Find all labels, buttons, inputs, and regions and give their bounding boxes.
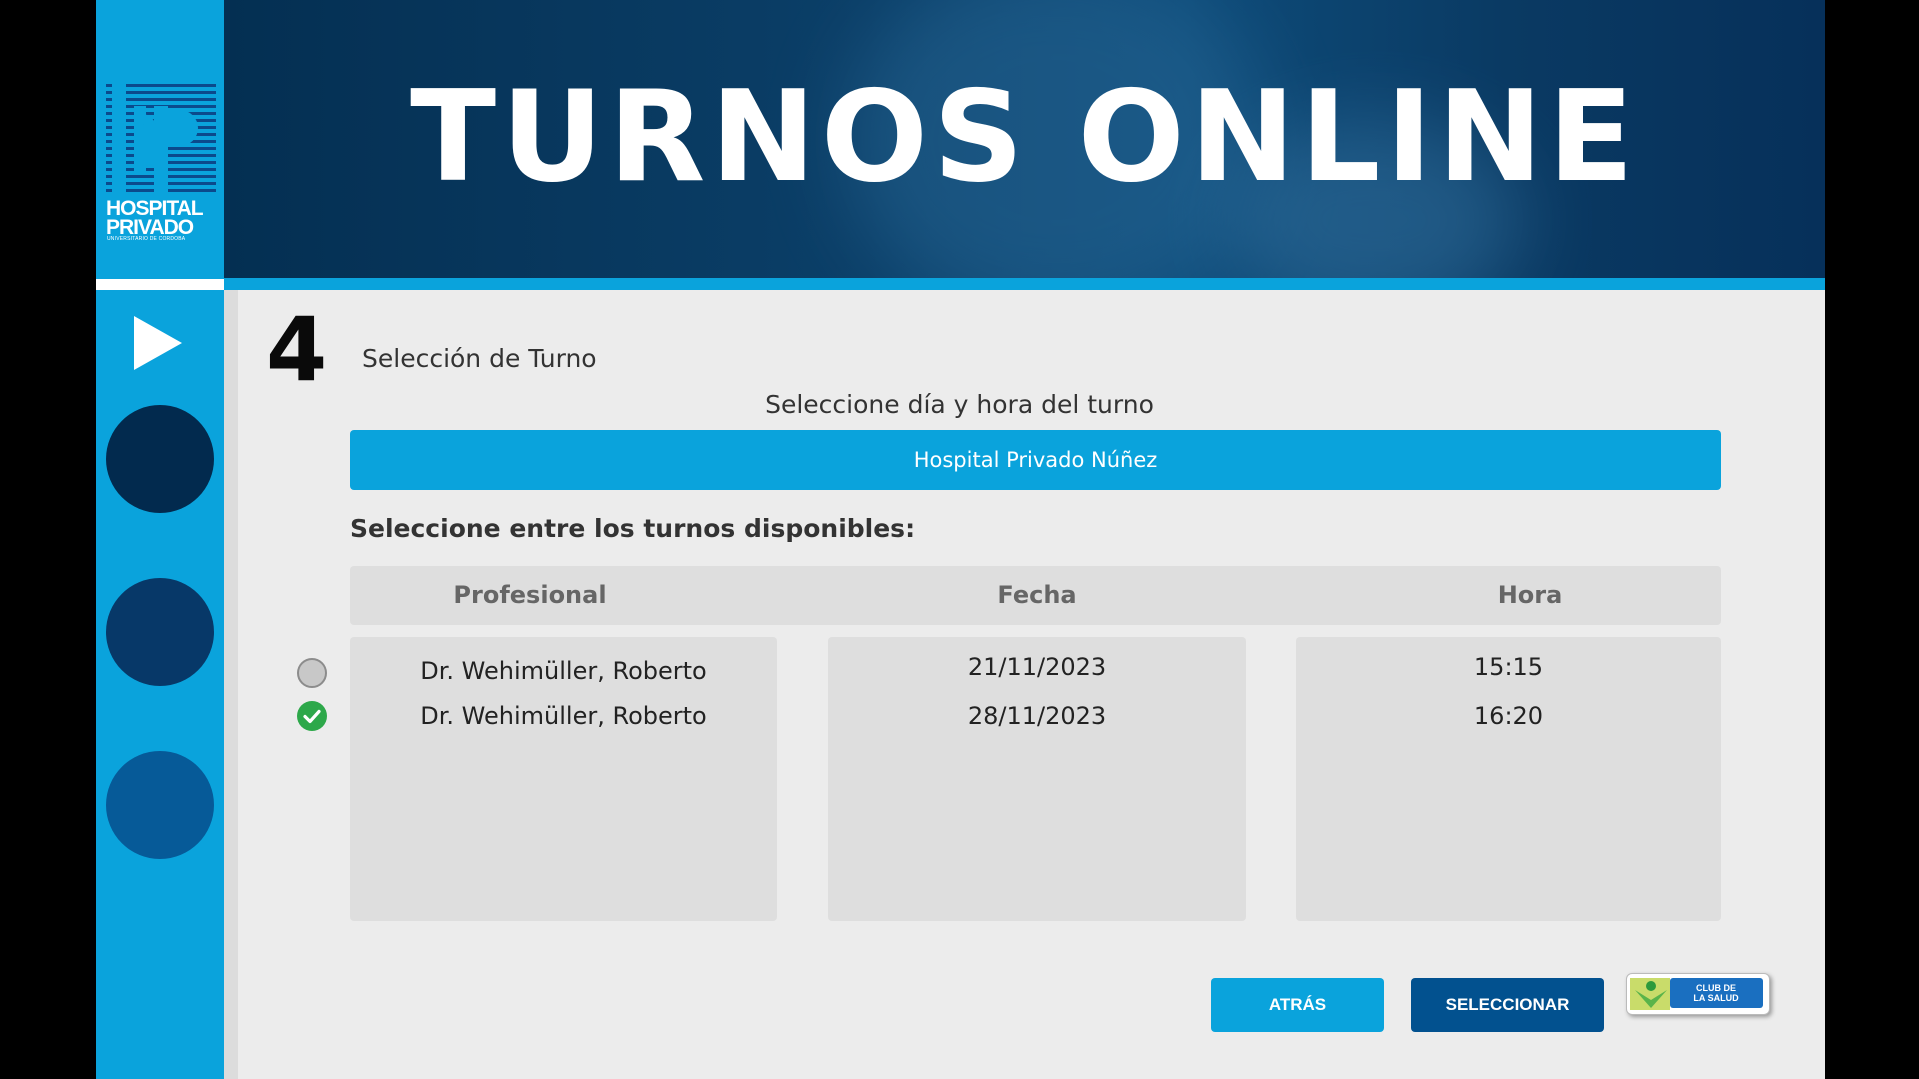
logo-name-line3: UNIVERSITARIO DE CORDOBA — [107, 236, 186, 242]
table-cell-profesional[interactable]: Dr. Wehimüller, Roberto — [350, 702, 777, 730]
step-indicator-3 — [106, 751, 214, 859]
table-header: Profesional Fecha Hora — [350, 566, 1721, 625]
logo-separator — [96, 279, 224, 290]
table-cell-fecha[interactable]: 28/11/2023 — [828, 702, 1246, 730]
column-header-hora: Hora — [1497, 581, 1563, 609]
hospital-logo: HOSPITAL PRIVADO UNIVERSITARIO DE CORDOB… — [96, 0, 224, 278]
play-icon — [134, 316, 182, 370]
table-cell-hora[interactable]: 15:15 — [1296, 653, 1721, 681]
column-header-fecha: Fecha — [997, 581, 1077, 609]
turn-radio-2[interactable] — [297, 701, 327, 731]
turn-radio-1[interactable] — [297, 658, 327, 688]
table-cell-fecha[interactable]: 21/11/2023 — [828, 653, 1246, 681]
table-cell-profesional[interactable]: Dr. Wehimüller, Roberto — [350, 657, 777, 685]
club-logo-line2: LA SALUD — [1693, 993, 1739, 1003]
checkmark-icon — [303, 709, 321, 724]
club-de-la-salud-logo-mark: CLUB DE LA SALUD — [1630, 978, 1763, 1010]
select-button[interactable]: SELECCIONAR — [1411, 978, 1604, 1032]
step-number: 4 — [266, 298, 328, 401]
step-indicator-1 — [106, 405, 214, 513]
header-banner: TURNOS ONLINE — [224, 0, 1825, 278]
table-cell-hora[interactable]: 16:20 — [1296, 702, 1721, 730]
club-logo-line1: CLUB DE — [1696, 983, 1736, 993]
club-de-la-salud-logo: CLUB DE LA SALUD — [1626, 973, 1770, 1015]
back-button[interactable]: ATRÁS — [1211, 978, 1384, 1032]
step-title: Selección de Turno — [362, 344, 597, 373]
hospital-selector[interactable]: Hospital Privado Núñez — [350, 430, 1721, 490]
header-accent-bar — [224, 278, 1825, 290]
sidebar: HOSPITAL PRIVADO UNIVERSITARIO DE CORDOB… — [96, 0, 224, 1079]
page-title: TURNOS ONLINE — [410, 63, 1639, 210]
column-header-profesional: Profesional — [453, 581, 607, 609]
hospital-logo-mark — [106, 84, 216, 194]
instruction-text: Seleccione día y hora del turno — [765, 390, 1154, 419]
step-indicator-2 — [106, 578, 214, 686]
available-turns-label: Seleccione entre los turnos disponibles: — [350, 514, 916, 543]
